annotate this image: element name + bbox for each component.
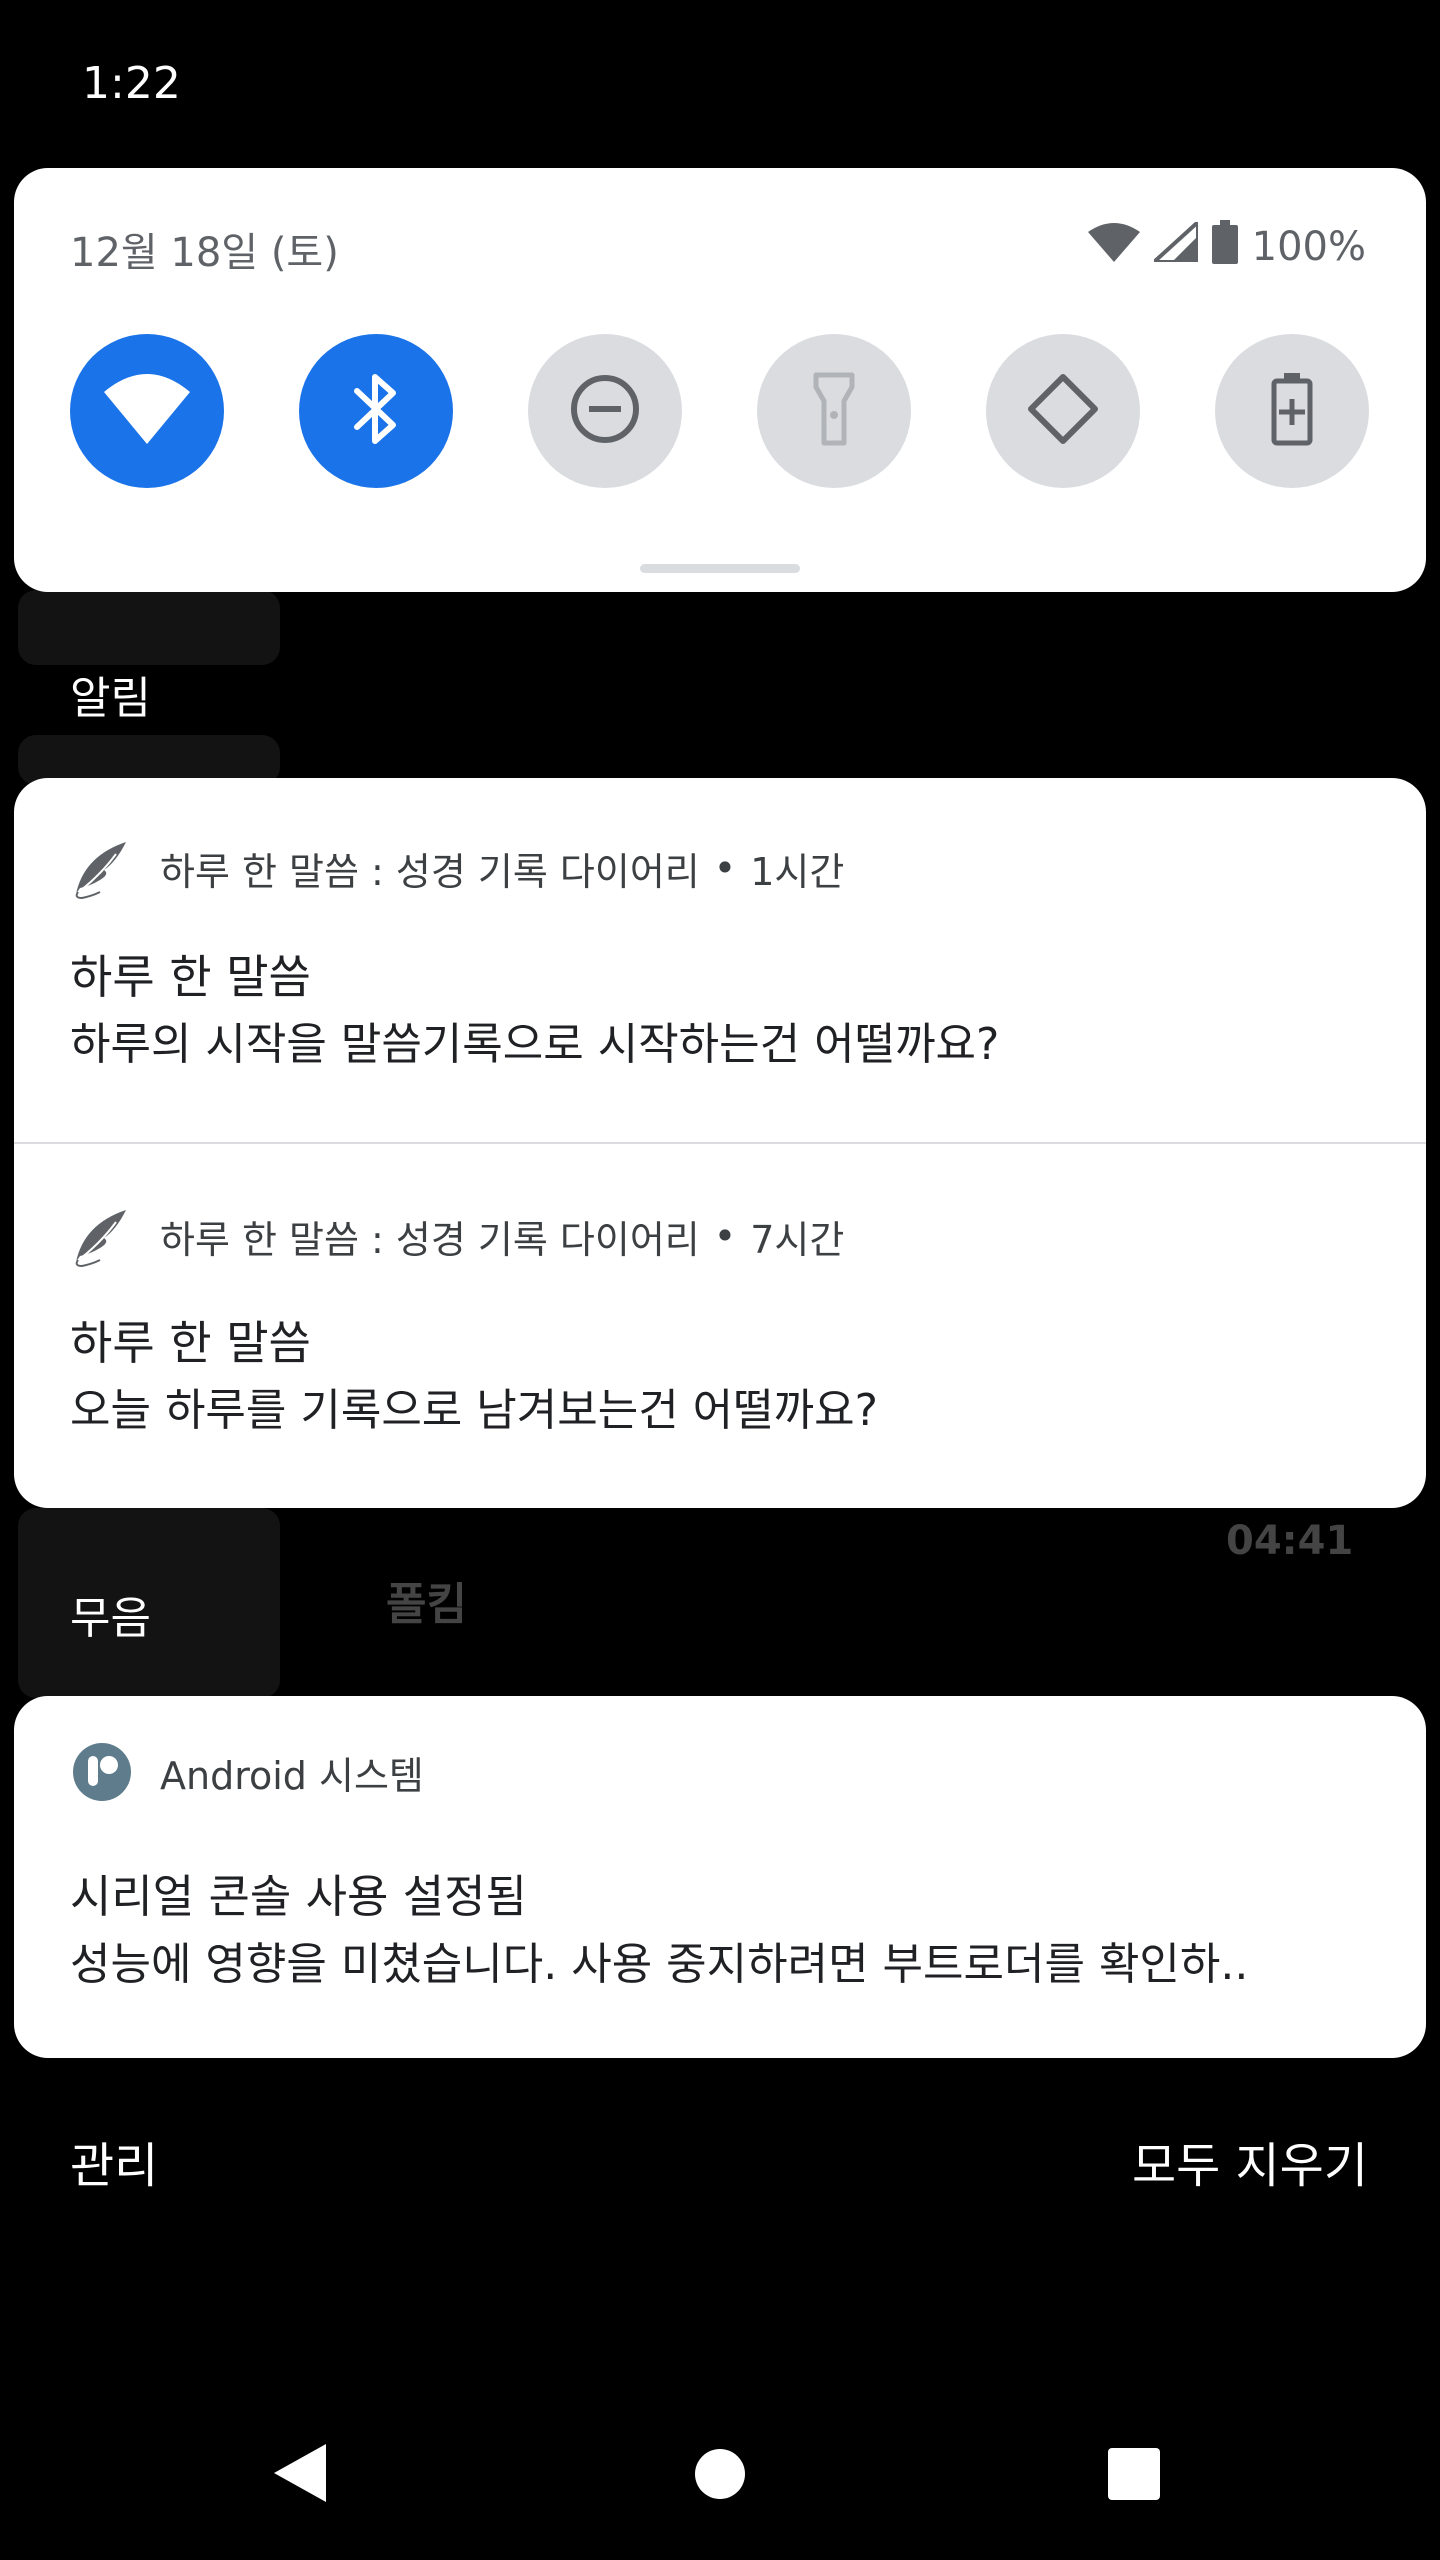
notification-header: Android 시스템 xyxy=(70,1740,424,1804)
battery-percent: 100% xyxy=(1251,224,1366,270)
tile-battery-saver[interactable] xyxy=(1215,334,1369,488)
status-bar-time: 1:22 xyxy=(82,58,181,109)
tile-bluetooth[interactable] xyxy=(299,334,453,488)
notification-header: 하루 한 말씀 : 성경 기록 다이어리 • 1시간 xyxy=(70,836,844,900)
flashlight-icon xyxy=(812,371,856,451)
do-not-disturb-icon xyxy=(569,373,641,449)
notification-text: 오늘 하루를 기록으로 남겨보는건 어떨까요? xyxy=(70,1385,878,1436)
media-duration: 04:41 xyxy=(1226,1518,1354,1564)
notification-item[interactable]: 하루 한 말씀 : 성경 기록 다이어리 • 1시간 하루 한 말씀 하루의 시… xyxy=(14,778,1426,1144)
tile-auto-rotate[interactable] xyxy=(986,334,1140,488)
recents-button[interactable] xyxy=(1108,2448,1160,2504)
notification-title: 하루 한 말씀 xyxy=(70,1316,311,1370)
battery-icon xyxy=(1211,220,1238,274)
notification-app-name: 하루 한 말씀 : 성경 기록 다이어리 xyxy=(160,1217,700,1262)
notification-title: 하루 한 말씀 xyxy=(70,950,311,1004)
manage-button[interactable]: 관리 xyxy=(70,2126,158,2196)
wifi-signal-icon xyxy=(1087,222,1140,272)
qs-date[interactable]: 12월 18일 (토) xyxy=(70,220,339,278)
battery-saver-icon xyxy=(1270,371,1314,451)
cell-signal-icon xyxy=(1148,217,1200,272)
qs-status-icons: 100% xyxy=(1087,217,1366,274)
header-separator: • xyxy=(713,846,737,890)
tile-wifi[interactable] xyxy=(70,334,224,488)
tile-flashlight[interactable] xyxy=(757,334,911,488)
qs-drag-handle[interactable] xyxy=(640,564,800,573)
notification-item[interactable]: 하루 한 말씀 : 성경 기록 다이어리 • 7시간 하루 한 말씀 오늘 하루… xyxy=(14,1144,1426,1508)
back-icon xyxy=(270,2444,330,2510)
notification-card-group: 하루 한 말씀 : 성경 기록 다이어리 • 1시간 하루 한 말씀 하루의 시… xyxy=(14,778,1426,1508)
notification-text: 하루의 시작을 말씀기록으로 시작하는건 어떨까요? xyxy=(70,1019,1000,1070)
auto-rotate-icon xyxy=(1025,371,1101,451)
header-separator: • xyxy=(713,1214,737,1258)
notification-time: 7시간 xyxy=(750,1217,845,1262)
notification-time: 1시간 xyxy=(750,849,845,894)
android-system-icon xyxy=(70,1740,134,1804)
quick-settings-panel: 12월 18일 (토) 100% xyxy=(14,168,1426,592)
recents-icon xyxy=(1108,2448,1160,2504)
bluetooth-icon xyxy=(351,371,401,451)
section-label-alerting: 알림 xyxy=(70,673,151,724)
section-label-silent: 무음 xyxy=(70,1593,151,1644)
feather-icon xyxy=(70,836,134,900)
notification-header: 하루 한 말씀 : 성경 기록 다이어리 • 7시간 xyxy=(70,1204,844,1268)
back-button[interactable] xyxy=(270,2440,330,2510)
notification-app-name: Android 시스템 xyxy=(160,1753,424,1798)
notification-text: 성능에 영향을 미쳤습니다. 사용 중지하려면 부트로더를 확인하.. xyxy=(70,1939,1249,1990)
wifi-icon xyxy=(104,374,190,448)
notification-app-name: 하루 한 말씀 : 성경 기록 다이어리 xyxy=(160,849,700,894)
tile-do-not-disturb[interactable] xyxy=(528,334,682,488)
notification-title: 시리얼 콘솔 사용 설정됨 xyxy=(70,1870,527,1923)
home-icon xyxy=(694,2449,746,2504)
feather-icon xyxy=(70,1204,134,1268)
media-thumbnail xyxy=(18,590,280,665)
media-artist: 폴킴 xyxy=(386,1579,467,1630)
clear-all-button[interactable]: 모두 지우기 xyxy=(1132,2126,1368,2196)
notification-card-system[interactable]: Android 시스템 시리얼 콘솔 사용 설정됨 성능에 영향을 미쳤습니다.… xyxy=(14,1696,1426,2058)
home-button[interactable] xyxy=(694,2448,746,2504)
